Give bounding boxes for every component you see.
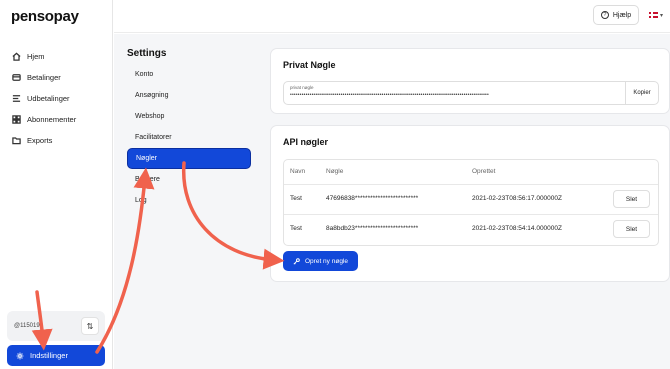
settings-button-label: Indstillinger [30, 351, 68, 360]
private-key-field[interactable]: privat nøgle •••••••••••••••••••••••••••… [283, 81, 659, 105]
column-header-created: Oprettet [472, 168, 496, 175]
subnav-item-webshop[interactable]: Webshop [127, 106, 251, 127]
sidebar-nav: Hjem Betalinger Udbetalinger Abonnemente… [0, 46, 113, 151]
private-key-value: ••••••••••••••••••••••••••••••••••••••••… [290, 92, 489, 98]
settings-button[interactable]: Indstillinger [7, 345, 105, 366]
topbar: ? Hjælp ▾ [114, 0, 670, 33]
subnav-item-nogler[interactable]: Nøgler [127, 148, 251, 169]
gear-icon [16, 352, 24, 359]
sidebar-item-label: Abonnementer [27, 115, 77, 124]
create-key-button[interactable]: Opret ny nøgle [283, 251, 358, 271]
sidebar-item-exports[interactable]: Exports [0, 130, 113, 151]
help-icon: ? [600, 11, 609, 19]
row-created: 2021-02-23T08:54:14.000000Z [472, 225, 562, 232]
subnav-item-log[interactable]: Log [127, 190, 251, 211]
main-content: Settings Konto Ansøgning Webshop Facilit… [114, 34, 670, 369]
api-keys-table: Navn Nøgle Oprettet Test 47696838*******… [283, 159, 659, 246]
settings-subnav: Konto Ansøgning Webshop Facilitatorer Nø… [127, 64, 251, 211]
help-button[interactable]: ? Hjælp [593, 5, 639, 25]
column-header-key: Nøgle [326, 168, 344, 175]
pensopay-logo[interactable]: pensopay [11, 8, 79, 25]
sidebar-item-betalinger[interactable]: Betalinger [0, 67, 113, 88]
private-key-title: Privat Nøgle [283, 60, 336, 70]
copy-button[interactable]: Kopier [625, 82, 658, 104]
subnav-item-ansogning[interactable]: Ansøgning [127, 85, 251, 106]
row-key: 47696838************************* [326, 195, 419, 202]
sidebar-item-udbetalinger[interactable]: Udbetalinger [0, 88, 113, 109]
key-icon [293, 257, 300, 265]
swap-icon: ⇅ [86, 321, 94, 331]
row-created: 2021-02-23T08:56:17.000000Z [472, 195, 562, 202]
home-icon [12, 52, 21, 61]
table-row: Test 8a8bdb23************************* 2… [284, 214, 658, 243]
sidebar-item-label: Betalinger [27, 73, 61, 82]
subnav-item-konto[interactable]: Konto [127, 64, 251, 85]
account-switcher[interactable]: @115019 ⇅ [7, 311, 105, 341]
api-keys-title: API nøgler [283, 137, 329, 147]
swap-account-button[interactable]: ⇅ [81, 317, 99, 335]
private-key-label: privat nøgle [290, 85, 314, 90]
sidebar-item-label: Udbetalinger [27, 94, 70, 103]
help-label: Hjælp [612, 11, 632, 19]
sidebar-item-hjem[interactable]: Hjem [0, 46, 113, 67]
sidebar: pensopay Hjem Betalinger Udbetalinger Ab… [0, 0, 113, 369]
folder-icon [12, 137, 21, 145]
subnav-item-brugere[interactable]: Brugere [127, 169, 251, 190]
account-id: @115019 [14, 323, 40, 329]
row-name: Test [290, 195, 302, 202]
grid-icon [12, 115, 21, 124]
list-icon [12, 95, 21, 102]
private-key-card: Privat Nøgle privat nøgle ••••••••••••••… [270, 48, 670, 114]
api-keys-card: API nøgler Navn Nøgle Oprettet Test 4769… [270, 125, 670, 282]
delete-button[interactable]: Slet [613, 220, 650, 238]
table-row: Test 47696838************************* 2… [284, 184, 658, 213]
danish-flag-icon [648, 12, 658, 18]
column-header-name: Navn [290, 168, 306, 175]
subnav-item-facilitatorer[interactable]: Facilitatorer [127, 127, 251, 148]
sidebar-item-label: Exports [27, 136, 53, 145]
row-name: Test [290, 225, 302, 232]
page-title: Settings [127, 48, 167, 59]
sidebar-item-label: Hjem [27, 52, 45, 61]
delete-button[interactable]: Slet [613, 190, 650, 208]
chevron-down-icon: ▾ [659, 12, 663, 19]
row-key: 8a8bdb23************************* [326, 225, 419, 232]
create-key-label: Opret ny nøgle [305, 257, 348, 265]
card-icon [12, 74, 21, 81]
language-selector[interactable]: ▾ [644, 5, 668, 25]
sidebar-item-abonnementer[interactable]: Abonnementer [0, 109, 113, 130]
